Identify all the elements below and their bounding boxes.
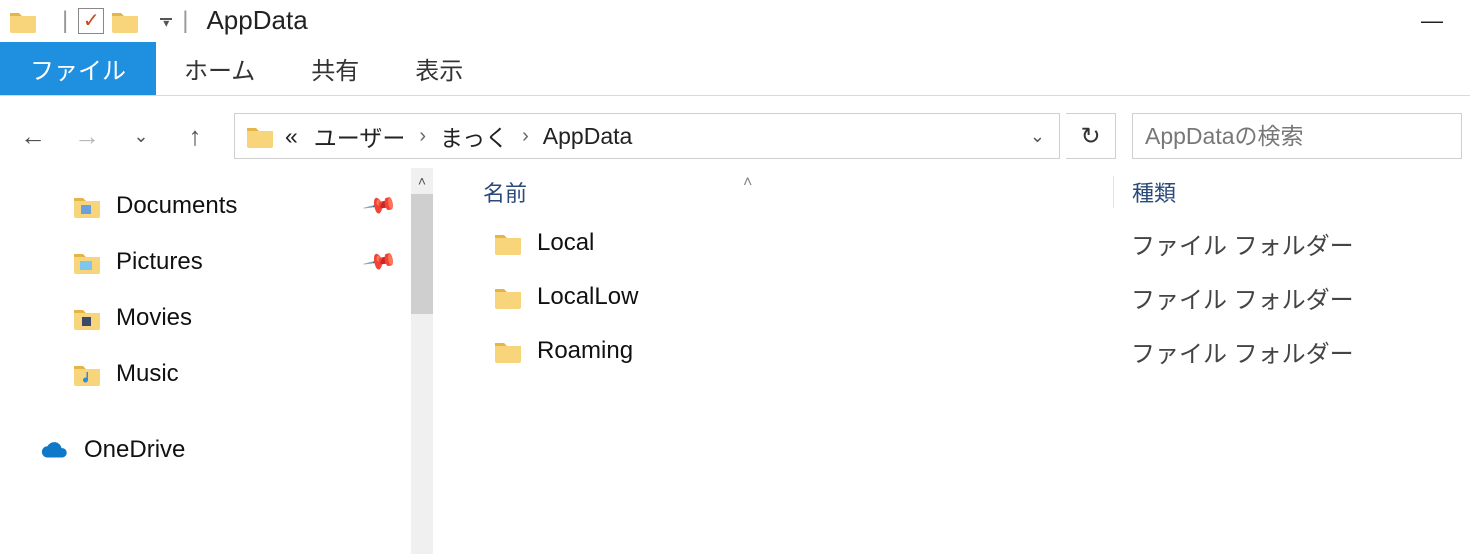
search-input[interactable] xyxy=(1145,123,1449,150)
music-icon xyxy=(72,359,102,389)
breadcrumb-item[interactable]: AppData xyxy=(543,123,633,150)
forward-button[interactable]: → xyxy=(70,119,104,153)
separator: | xyxy=(58,9,72,33)
column-name[interactable]: 名前 ˄ xyxy=(433,176,1113,208)
chevron-right-icon[interactable]: › xyxy=(512,125,539,148)
column-type-label: 種類 xyxy=(1132,181,1176,206)
breadcrumb-overflow[interactable]: « xyxy=(285,123,298,150)
folder-icon[interactable] xyxy=(110,6,140,36)
qat-dropdown-icon[interactable]: ▾ xyxy=(160,14,172,27)
tab-share[interactable]: 共有 xyxy=(283,42,387,95)
documents-icon xyxy=(72,191,102,221)
quick-access-toolbar: | ✓ ▾ | xyxy=(8,6,192,36)
item-name: Roaming xyxy=(537,337,633,365)
breadcrumb-item[interactable]: ユーザー xyxy=(302,119,406,153)
item-name: LocalLow xyxy=(537,283,638,311)
sidebar-item-label: Music xyxy=(116,360,179,388)
pin-icon: 📌 xyxy=(361,243,398,280)
refresh-button[interactable]: ↻ xyxy=(1066,113,1116,159)
ribbon: ファイル ホーム 共有 表示 xyxy=(0,42,1470,96)
breadcrumb-item[interactable]: まっく xyxy=(440,119,508,153)
folder-icon xyxy=(493,336,523,366)
search-box[interactable] xyxy=(1132,113,1462,159)
recent-dropdown-icon[interactable]: ⌄ xyxy=(124,119,158,153)
address-bar[interactable]: « ユーザー › まっく › AppData ⌄ xyxy=(234,113,1060,159)
content-list: 名前 ˄ 種類 Local ファイル フォルダー LocalLow xyxy=(433,168,1470,554)
address-dropdown-icon[interactable]: ⌄ xyxy=(1022,126,1053,147)
folder-icon xyxy=(493,282,523,312)
item-name: Local xyxy=(537,229,594,257)
minimize-button[interactable]: — xyxy=(1412,6,1452,36)
sidebar-item-label: OneDrive xyxy=(84,436,185,464)
titlebar: | ✓ ▾ | AppData — xyxy=(0,0,1470,42)
sort-indicator-icon: ˄ xyxy=(743,174,752,192)
main-area: ˄ Documents 📌 Pictures 📌 Movies xyxy=(0,168,1470,554)
onedrive-icon xyxy=(40,435,70,465)
sidebar-item-music[interactable]: Music xyxy=(0,346,433,402)
properties-icon[interactable]: ✓ xyxy=(78,8,104,34)
sidebar-item-documents[interactable]: Documents 📌 xyxy=(0,178,433,234)
tab-home[interactable]: ホーム xyxy=(156,42,283,95)
item-type: ファイル フォルダー xyxy=(1131,341,1354,368)
list-item[interactable]: Local ファイル フォルダー xyxy=(433,216,1470,270)
back-button[interactable]: ← xyxy=(16,119,50,153)
separator: | xyxy=(178,9,192,33)
pictures-icon xyxy=(72,247,102,277)
sidebar-item-label: Documents xyxy=(116,192,237,220)
window-title: AppData xyxy=(192,5,307,36)
list-item[interactable]: Roaming ファイル フォルダー xyxy=(433,324,1470,378)
pin-icon: 📌 xyxy=(361,187,398,224)
up-button[interactable]: ↑ xyxy=(178,119,212,153)
column-headers: 名前 ˄ 種類 xyxy=(433,168,1470,216)
navigation-pane: ˄ Documents 📌 Pictures 📌 Movies xyxy=(0,168,433,554)
tab-view[interactable]: 表示 xyxy=(387,42,491,95)
tab-file[interactable]: ファイル xyxy=(0,42,156,95)
window-controls: — xyxy=(1412,6,1462,36)
navbar: ← → ⌄ ↑ « ユーザー › まっく › AppData ⌄ ↻ xyxy=(0,104,1470,168)
folder-icon xyxy=(8,6,38,36)
nav-buttons: ← → ⌄ ↑ xyxy=(16,119,228,153)
sidebar-item-label: Movies xyxy=(116,304,192,332)
chevron-right-icon[interactable]: › xyxy=(409,125,436,148)
sidebar-item-label: Pictures xyxy=(116,248,203,276)
sidebar-item-onedrive[interactable]: OneDrive xyxy=(0,422,433,478)
list-item[interactable]: LocalLow ファイル フォルダー xyxy=(433,270,1470,324)
sidebar-item-movies[interactable]: Movies xyxy=(0,290,433,346)
folder-icon xyxy=(493,228,523,258)
column-name-label: 名前 xyxy=(483,181,527,206)
movies-icon xyxy=(72,303,102,333)
item-type: ファイル フォルダー xyxy=(1131,287,1354,314)
column-type[interactable]: 種類 xyxy=(1113,176,1470,208)
folder-icon xyxy=(245,121,275,151)
sidebar-item-pictures[interactable]: Pictures 📌 xyxy=(0,234,433,290)
item-type: ファイル フォルダー xyxy=(1131,233,1354,260)
